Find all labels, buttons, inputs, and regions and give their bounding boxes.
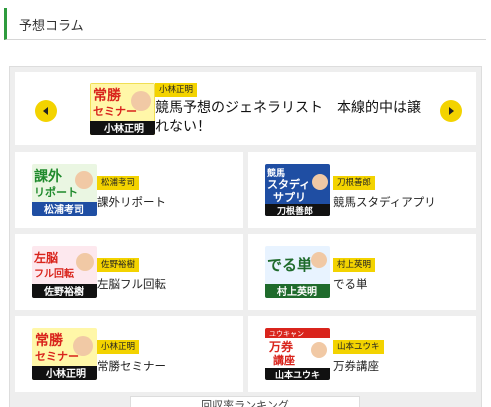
section-header: 予想コラム	[4, 8, 486, 40]
ranking-tab[interactable]: 回収率ランキング	[130, 396, 360, 407]
column-thumbnail[interactable]: 課外 リポート 松浦考司	[32, 164, 97, 216]
thumb-text: 小林正明	[103, 122, 144, 135]
featured-thumbnail[interactable]: 常勝 セミナー 小林正明	[90, 83, 155, 135]
column-title[interactable]: 万券講座	[333, 358, 379, 374]
thumb-text: 山本ユウキ	[275, 369, 320, 380]
column-thumbnail[interactable]: でる単 村上英明	[265, 246, 330, 298]
thumb-text: でる単	[267, 256, 312, 274]
thumb-text: 小林正明	[45, 367, 86, 380]
thumb-text: 松浦考司	[44, 203, 84, 216]
chevron-left-icon	[43, 107, 48, 115]
column-card[interactable]: 競馬 スタディ サプリ 刀根善郎 刀根善郎 競馬スタディアプリ	[248, 152, 476, 228]
author-badge: 山本ユウキ	[333, 340, 384, 354]
thumb-text: 左脳	[33, 250, 58, 265]
thumb-text: スタディ	[267, 177, 310, 191]
column-thumbnail[interactable]: 左脳 フル回転 佐野裕樹	[32, 246, 97, 298]
chevron-right-icon	[449, 107, 454, 115]
thumb-text: サプリ	[273, 190, 306, 204]
author-badge: 村上英明	[333, 258, 376, 272]
column-title[interactable]: 競馬スタディアプリ	[333, 194, 436, 210]
author-badge: 佐野裕樹	[97, 258, 140, 272]
featured-title[interactable]: 競馬予想のジェネラリスト 本線的中は譲れない！	[155, 99, 425, 137]
thumb-text: フル回転	[34, 267, 74, 280]
column-title[interactable]: 課外リポート	[97, 194, 166, 210]
thumb-text: リポート	[34, 185, 78, 199]
thumb-text: セミナー	[35, 350, 79, 363]
thumb-text: 常勝	[35, 332, 64, 349]
thumb-text: セミナー	[93, 105, 137, 118]
column-card[interactable]: 課外 リポート 松浦考司 松浦考司 課外リポート	[15, 152, 243, 228]
carousel-prev-button[interactable]	[35, 100, 57, 122]
featured-column-card[interactable]: 常勝 セミナー 小林正明 小林正明 競馬予想のジェネラリスト 本線的中は譲れない…	[15, 72, 476, 145]
thumb-text: 常勝	[93, 87, 122, 104]
thumb-text: 佐野裕樹	[43, 285, 84, 298]
column-panel: 常勝 セミナー 小林正明 小林正明 競馬予想のジェネラリスト 本線的中は譲れない…	[9, 66, 482, 407]
column-thumbnail[interactable]: ユウキャン 万券 講座 山本ユウキ	[265, 328, 330, 380]
author-badge: 刀根善郎	[333, 176, 376, 190]
thumb-text: 課外	[34, 168, 62, 185]
thumb-text: ユウキャン	[269, 330, 304, 338]
thumb-text: 村上英明	[277, 285, 317, 298]
thumb-text: 刀根善郎	[277, 205, 313, 216]
author-badge: 松浦考司	[97, 176, 140, 190]
section-title: 予想コラム	[19, 19, 84, 34]
carousel-next-button[interactable]	[440, 100, 462, 122]
column-thumbnail[interactable]: 競馬 スタディ サプリ 刀根善郎	[265, 164, 330, 216]
author-badge: 小林正明	[97, 340, 140, 354]
column-card[interactable]: ユウキャン 万券 講座 山本ユウキ 山本ユウキ 万券講座	[248, 316, 476, 392]
column-card[interactable]: でる単 村上英明 村上英明 でる単	[248, 234, 476, 310]
column-thumbnail[interactable]: 常勝 セミナー 小林正明	[32, 328, 97, 380]
thumb-text: 万券	[268, 339, 294, 354]
column-title[interactable]: 左脳フル回転	[97, 276, 166, 292]
column-title[interactable]: でる単	[333, 276, 368, 292]
author-badge: 小林正明	[155, 83, 198, 97]
column-title[interactable]: 常勝セミナー	[97, 358, 166, 374]
thumb-text: 講座	[273, 353, 295, 367]
column-card[interactable]: 常勝 セミナー 小林正明 小林正明 常勝セミナー	[15, 316, 243, 392]
column-card[interactable]: 左脳 フル回転 佐野裕樹 佐野裕樹 左脳フル回転	[15, 234, 243, 310]
